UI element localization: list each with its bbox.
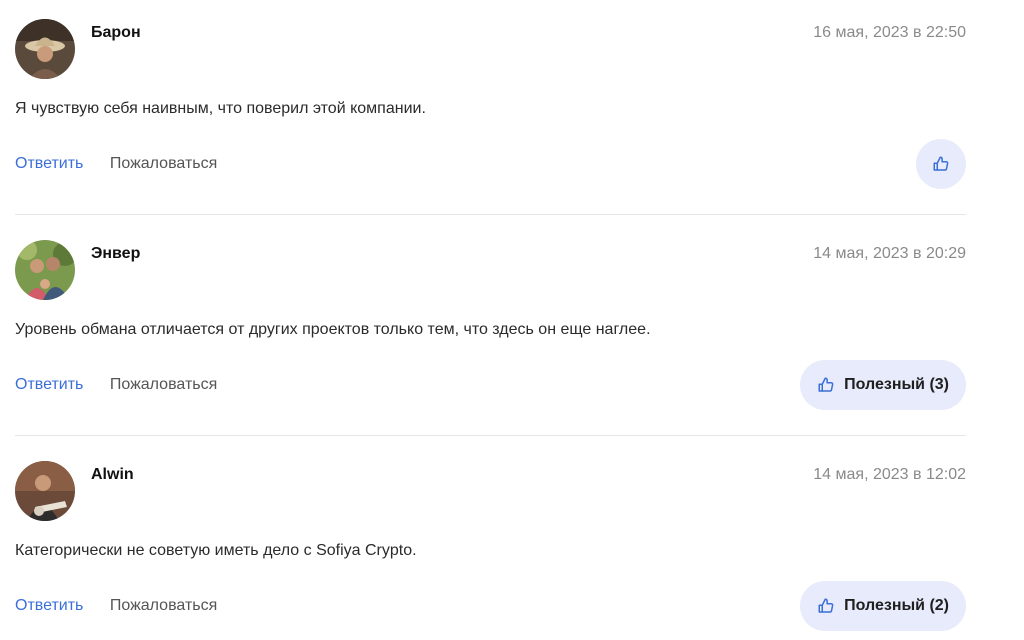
author-name: Барон: [91, 24, 141, 41]
reply-link[interactable]: Ответить: [15, 597, 83, 615]
thumbs-up-icon: [932, 155, 950, 173]
reply-link[interactable]: Ответить: [15, 155, 83, 173]
report-link[interactable]: Пожаловаться: [110, 155, 217, 173]
comment-date: 14 мая, 2023 в 12:02: [813, 466, 966, 483]
comments-feed: Барон 16 мая, 2023 в 22:50 Я чувствую се…: [0, 0, 1024, 640]
author-name: Энвер: [91, 245, 141, 262]
useful-button[interactable]: [916, 139, 966, 189]
comment-actions: Ответить Пожаловаться: [15, 597, 217, 615]
author-name: Alwin: [91, 466, 134, 483]
comment-text: Уровень обмана отличается от других прое…: [15, 321, 651, 338]
avatar[interactable]: [15, 240, 75, 300]
useful-label: Полезный (2): [844, 597, 949, 614]
comment-actions: Ответить Пожаловаться: [15, 376, 217, 394]
comment: Барон 16 мая, 2023 в 22:50 Я чувствую се…: [15, 19, 966, 219]
comment-text: Я чувствую себя наивным, что поверил это…: [15, 100, 426, 117]
thumbs-up-icon: [817, 376, 835, 394]
useful-button[interactable]: Полезный (3): [800, 360, 966, 410]
avatar-image: [15, 240, 75, 300]
avatar-image: [15, 19, 75, 79]
report-link[interactable]: Пожаловаться: [110, 597, 217, 615]
comment: Alwin 14 мая, 2023 в 12:02 Категорически…: [15, 461, 966, 640]
avatar[interactable]: [15, 461, 75, 521]
divider: [15, 435, 966, 436]
useful-button[interactable]: Полезный (2): [800, 581, 966, 631]
divider: [15, 214, 966, 215]
thumbs-up-icon: [817, 597, 835, 615]
avatar-image: [15, 461, 75, 521]
comment-date: 16 мая, 2023 в 22:50: [813, 24, 966, 41]
avatar[interactable]: [15, 19, 75, 79]
comment: Энвер 14 мая, 2023 в 20:29 Уровень обман…: [15, 240, 966, 440]
useful-label: Полезный (3): [844, 376, 949, 393]
reply-link[interactable]: Ответить: [15, 376, 83, 394]
comment-date: 14 мая, 2023 в 20:29: [813, 245, 966, 262]
report-link[interactable]: Пожаловаться: [110, 376, 217, 394]
comment-actions: Ответить Пожаловаться: [15, 155, 217, 173]
comment-text: Категорически не советую иметь дело с So…: [15, 542, 417, 559]
